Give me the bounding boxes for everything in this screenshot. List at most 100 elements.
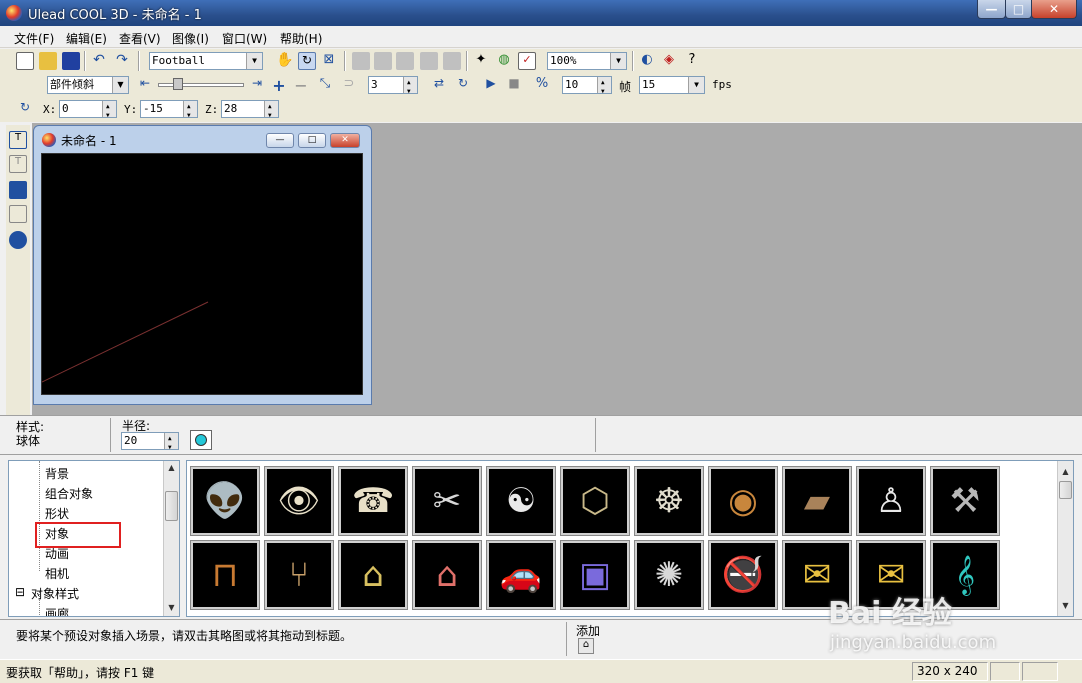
tree-scrollbar[interactable]: ▲ ▼ (163, 461, 179, 616)
timeline-slider[interactable] (158, 78, 244, 90)
redo-icon[interactable]: ↷ (113, 52, 131, 70)
gallery-thumbnail[interactable]: ☎ (338, 466, 408, 536)
gallery-scrollbar[interactable]: ▲ ▼ (1057, 461, 1073, 616)
scroll-down-icon[interactable]: ▼ (164, 601, 179, 615)
tree-expander[interactable]: ⊟ (15, 585, 25, 599)
percent-icon[interactable]: % (533, 76, 551, 94)
radius-stepper[interactable]: 20 (121, 431, 179, 456)
insert-graphic-icon[interactable] (9, 181, 27, 199)
color-swatch-button[interactable] (190, 430, 212, 450)
reverse-icon[interactable]: ⊃ (340, 76, 358, 94)
insert-object-icon[interactable] (9, 231, 27, 249)
gallery-thumbnail[interactable]: ⚒ (930, 466, 1000, 536)
tree-item-shape[interactable]: 形状 (45, 505, 69, 522)
align-center-icon[interactable] (374, 52, 392, 70)
gallery-thumbnail[interactable]: ⌂ (412, 540, 482, 610)
gallery-thumbnail[interactable]: ⌂ (338, 540, 408, 610)
spin-icon[interactable] (403, 75, 417, 100)
menu-window[interactable]: 窗口(W) (222, 30, 267, 47)
spin-icon[interactable] (597, 75, 611, 100)
maximize-button[interactable]: □ (1005, 0, 1032, 19)
gallery-thumbnail[interactable]: ✺ (634, 540, 704, 610)
rotate-tool-icon[interactable]: ↻ (298, 52, 316, 70)
stop-icon[interactable]: ■ (505, 76, 523, 94)
fps-select[interactable]: 15 ▼ (639, 76, 705, 94)
gallery-thumbnail[interactable]: ☯ (486, 466, 556, 536)
gallery-thumbnail[interactable]: ♙ (856, 466, 926, 536)
gallery-thumbnail[interactable]: ✂ (412, 466, 482, 536)
repeat-icon[interactable]: ↻ (454, 76, 472, 94)
scroll-up-icon[interactable]: ▲ (164, 461, 179, 475)
gallery-thumbnail[interactable]: ◉ (708, 466, 778, 536)
resize-tool-icon[interactable]: ⊠ (320, 52, 338, 70)
gallery-thumbnail[interactable]: ☸ (634, 466, 704, 536)
tree-item-object-style[interactable]: 对象样式 (31, 585, 79, 602)
tree-item-background[interactable]: 背景 (45, 465, 69, 482)
gallery-thumbnail[interactable]: ⊓ (190, 540, 260, 610)
last-frame-icon[interactable]: ⇥ (248, 76, 266, 94)
add-button[interactable]: ⌂ (578, 638, 594, 654)
title-bar[interactable]: Ulead COOL 3D - 未命名 - 1 — □ ✕ (0, 0, 1082, 26)
font-select[interactable]: Football ▼ (149, 52, 263, 70)
render-canvas[interactable] (41, 153, 363, 395)
globe-icon[interactable]: ◍ (495, 52, 513, 70)
add-keyframe-icon[interactable]: + (270, 76, 288, 95)
menu-help[interactable]: 帮助(H) (280, 30, 322, 47)
menu-file[interactable]: 文件(F) (14, 30, 54, 47)
hand-tool-icon[interactable]: ✋ (276, 52, 294, 70)
menu-image[interactable]: 图像(I) (172, 30, 209, 47)
remove-keyframe-icon[interactable]: − (292, 76, 310, 95)
gallery-thumbnail[interactable]: ⑂ (264, 540, 334, 610)
position-tool-icon[interactable]: ↻ (16, 100, 34, 118)
gallery-thumbnail[interactable]: ⬡ (560, 466, 630, 536)
first-frame-icon[interactable]: ⇤ (136, 76, 154, 94)
document-close-button[interactable]: ✕ (330, 133, 360, 148)
save-icon[interactable] (62, 52, 80, 70)
z-stepper[interactable]: 28 (221, 99, 279, 124)
gallery-thumbnail[interactable]: 🚗 (486, 540, 556, 610)
tree-item-group-object[interactable]: 组合对象 (45, 485, 93, 502)
play-icon[interactable]: ▶ (482, 76, 500, 94)
menu-view[interactable]: 查看(V) (119, 30, 161, 47)
x-stepper[interactable]: 0 (59, 99, 117, 124)
y-stepper[interactable]: -15 (140, 99, 198, 124)
insert-text-icon[interactable]: T (9, 131, 27, 149)
tree-item-camera[interactable]: 相机 (45, 565, 69, 582)
align-top-icon[interactable] (420, 52, 438, 70)
undo-icon[interactable]: ↶ (90, 52, 108, 70)
gallery-thumbnail[interactable]: 👁 (264, 466, 334, 536)
spin-icon[interactable] (164, 431, 178, 456)
align-bottom-icon[interactable] (443, 52, 461, 70)
align-left-icon[interactable] (352, 52, 370, 70)
tree-scroll-thumb[interactable] (165, 491, 178, 521)
frame-count-stepper[interactable]: 10 (562, 75, 612, 100)
new-file-icon[interactable] (16, 52, 34, 70)
gallery-thumbnail[interactable]: 🚭 (708, 540, 778, 610)
spin-icon[interactable] (102, 99, 116, 124)
palette-icon[interactable]: ◈ (660, 52, 678, 70)
align-right-icon[interactable] (396, 52, 414, 70)
light-icon[interactable]: ✦ (472, 52, 490, 70)
open-folder-icon[interactable] (39, 52, 57, 70)
gallery-thumbnail[interactable]: ▣ (560, 540, 630, 610)
gallery-scroll-thumb[interactable] (1059, 481, 1072, 499)
spin-icon[interactable] (264, 99, 278, 124)
edit-graphic-icon[interactable] (9, 205, 27, 223)
bevel-stepper[interactable]: 3 (368, 75, 418, 100)
render-icon[interactable]: ◐ (638, 52, 656, 70)
context-help-icon[interactable]: ? (683, 52, 701, 70)
mode-select[interactable]: 部件倾斜 ▼ (47, 76, 129, 94)
scroll-down-icon[interactable]: ▼ (1058, 599, 1073, 613)
gallery-thumbnail[interactable]: ▰ (782, 466, 852, 536)
tree-item-gallery[interactable]: 画廊 (45, 605, 69, 616)
zoom-select[interactable]: 100% ▼ (547, 52, 627, 70)
checkmark-icon[interactable]: ✓ (518, 52, 536, 70)
scroll-up-icon[interactable]: ▲ (1058, 465, 1073, 479)
minimize-button[interactable]: — (977, 0, 1006, 19)
timeline-slider-thumb[interactable] (173, 78, 183, 90)
swap-keyframe-icon[interactable]: ⤡ (316, 76, 334, 94)
document-minimize-button[interactable]: — (266, 133, 294, 148)
loop-icon[interactable]: ⇄ (430, 76, 448, 94)
edit-text-icon[interactable]: T (9, 155, 27, 173)
menu-edit[interactable]: 编辑(E) (66, 30, 107, 47)
